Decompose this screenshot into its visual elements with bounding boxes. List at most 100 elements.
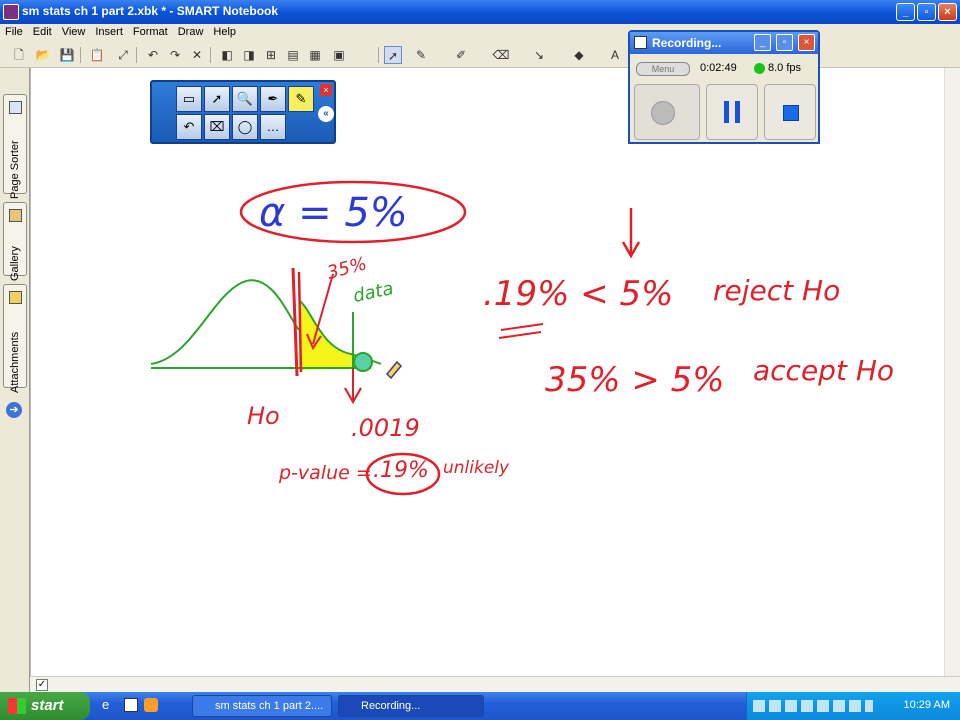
stop-button[interactable]: [764, 84, 816, 140]
smart-notebook-app-icon: [3, 4, 19, 20]
delete-icon[interactable]: ✕: [188, 46, 206, 64]
table-icon[interactable]: ▦: [306, 46, 324, 64]
magnifier-icon[interactable]: 🔍: [232, 86, 258, 112]
menu-insert[interactable]: Insert: [90, 24, 128, 38]
save-icon[interactable]: 💾: [58, 46, 76, 64]
tab-gallery[interactable]: Gallery: [3, 202, 27, 281]
shapes-icon[interactable]: ◆: [570, 46, 588, 64]
select-tool-icon[interactable]: ➚: [204, 86, 230, 112]
screen-shade-icon[interactable]: ▤: [284, 46, 302, 64]
pause-icon: [724, 101, 740, 123]
undo-icon[interactable]: ↶: [144, 46, 162, 64]
floating-tools-palette: ▭ ➚ 🔍 ✒ ✎ ↶ ⌧ ◯ … × «: [150, 80, 336, 144]
window-title: sm stats ch 1 part 2.xbk * - SMART Noteb…: [22, 4, 279, 18]
maximize-button[interactable]: ▫: [917, 3, 936, 21]
record-icon: [651, 101, 675, 125]
close-button[interactable]: ×: [938, 3, 957, 21]
windows-logo-icon: [8, 698, 26, 714]
pen-icon[interactable]: ✎: [412, 46, 430, 64]
fullscreen-icon[interactable]: ⤢: [114, 46, 132, 64]
whiteboard-canvas[interactable]: α = 5% 35% data Ho .0019 p-value = .19% …: [30, 68, 944, 676]
task-recording[interactable]: Recording...: [338, 695, 484, 717]
test-line-1: [291, 267, 299, 377]
tab-attachments[interactable]: Attachments: [3, 284, 27, 393]
toolbar-separator: [378, 47, 379, 63]
undo-tool-icon[interactable]: ↶: [176, 114, 202, 140]
recorder-minimize-button[interactable]: _: [754, 34, 771, 51]
eraser-icon[interactable]: ⌫: [492, 46, 510, 64]
down-arrow-top: [621, 208, 641, 259]
previous-page-icon[interactable]: ◧: [218, 46, 236, 64]
show-desktop-icon[interactable]: [124, 698, 138, 712]
menu-file[interactable]: File: [0, 24, 28, 38]
tab-gallery-label: Gallery: [9, 246, 21, 281]
recorder-maximize-button[interactable]: ▫: [776, 34, 793, 51]
pvalue-label: p-value =: [279, 462, 372, 484]
menu-view[interactable]: View: [57, 24, 91, 38]
pen-cursor-icon: [385, 360, 403, 380]
system-tray: 10:29 AM: [746, 692, 960, 720]
next-page-icon[interactable]: ◨: [240, 46, 258, 64]
normal-curve: [150, 279, 300, 365]
select-arrow-icon[interactable]: ➚: [384, 46, 402, 64]
result-2: accept Ho: [753, 354, 895, 387]
mouse-icon[interactable]: ◯: [232, 114, 258, 140]
menu-draw[interactable]: Draw: [173, 24, 209, 38]
recorder-menu-button[interactable]: Menu: [636, 62, 690, 76]
paste-icon[interactable]: 📋: [88, 46, 106, 64]
vertical-scrollbar[interactable]: [944, 68, 960, 676]
tray-icons[interactable]: [753, 700, 873, 712]
recorder-window: Recording... _ ▫ × Menu 0:02:49 8.0 fps: [628, 30, 820, 144]
label-0019: .0019: [351, 414, 420, 442]
ie-icon[interactable]: e: [102, 697, 118, 713]
eraser-tool-icon[interactable]: ⌧: [204, 114, 230, 140]
open-folder-icon[interactable]: 📂: [34, 46, 52, 64]
minimize-button[interactable]: _: [896, 3, 915, 21]
stop-icon: [783, 105, 799, 121]
tab-attachments-label: Attachments: [9, 331, 21, 393]
close-palette-icon[interactable]: ×: [320, 84, 332, 96]
add-page-icon[interactable]: ⊞: [262, 46, 280, 64]
alpha-formula: α = 5%: [259, 190, 408, 236]
recorder-app-icon: [634, 36, 647, 49]
tab-page-sorter[interactable]: Page Sorter: [3, 94, 27, 199]
record-button[interactable]: [634, 84, 700, 140]
checkbox-icon[interactable]: ✓: [36, 679, 48, 691]
media-icon[interactable]: [144, 698, 158, 712]
recorder-fps: 8.0 fps: [768, 62, 802, 74]
horizontal-scrollbar[interactable]: ✓: [30, 676, 960, 692]
camera-icon[interactable]: ▣: [330, 46, 348, 64]
screen-capture-icon[interactable]: ▭: [176, 86, 202, 112]
toolbar-separator: [80, 47, 81, 63]
pvalue-tail: unlikely: [443, 458, 510, 478]
result-1: reject Ho: [713, 274, 841, 307]
recorder-elapsed: 0:02:49: [700, 62, 737, 74]
taskbar: start e sm stats ch 1 part 2.... Recordi…: [0, 692, 960, 720]
recorder-title: Recording...: [652, 36, 722, 50]
text-icon[interactable]: A: [606, 46, 624, 64]
task-smart-notebook[interactable]: sm stats ch 1 part 2....: [192, 695, 332, 717]
menu-help[interactable]: Help: [208, 24, 241, 38]
comparison-1: .19% < 5%: [483, 274, 674, 314]
pause-button[interactable]: [706, 84, 758, 140]
start-button[interactable]: start: [0, 692, 90, 720]
more-tools-icon[interactable]: …: [260, 114, 286, 140]
collapse-palette-icon[interactable]: «: [318, 106, 334, 122]
tray-clock: 10:29 AM: [903, 699, 950, 711]
data-point: [353, 352, 373, 372]
menu-format[interactable]: Format: [128, 24, 173, 38]
new-page-icon[interactable]: 🗋: [10, 46, 28, 64]
menu-edit[interactable]: Edit: [28, 24, 57, 38]
creative-pen-icon[interactable]: ✐: [452, 46, 470, 64]
arrow-right-icon[interactable]: ➔: [6, 402, 22, 418]
pvalue-circled: .19%: [373, 458, 429, 483]
toolbar-separator: [210, 47, 211, 63]
pen-tool-icon[interactable]: ✒: [260, 86, 286, 112]
line-icon[interactable]: ↘: [530, 46, 548, 64]
recorder-close-button[interactable]: ×: [798, 34, 815, 51]
start-label: start: [31, 697, 64, 714]
sidebar: Page Sorter Gallery Attachments ➔: [0, 68, 30, 692]
redo-icon[interactable]: ↷: [166, 46, 184, 64]
title-bar: sm stats ch 1 part 2.xbk * - SMART Noteb…: [0, 0, 960, 24]
highlighter-icon[interactable]: ✎: [288, 86, 314, 112]
